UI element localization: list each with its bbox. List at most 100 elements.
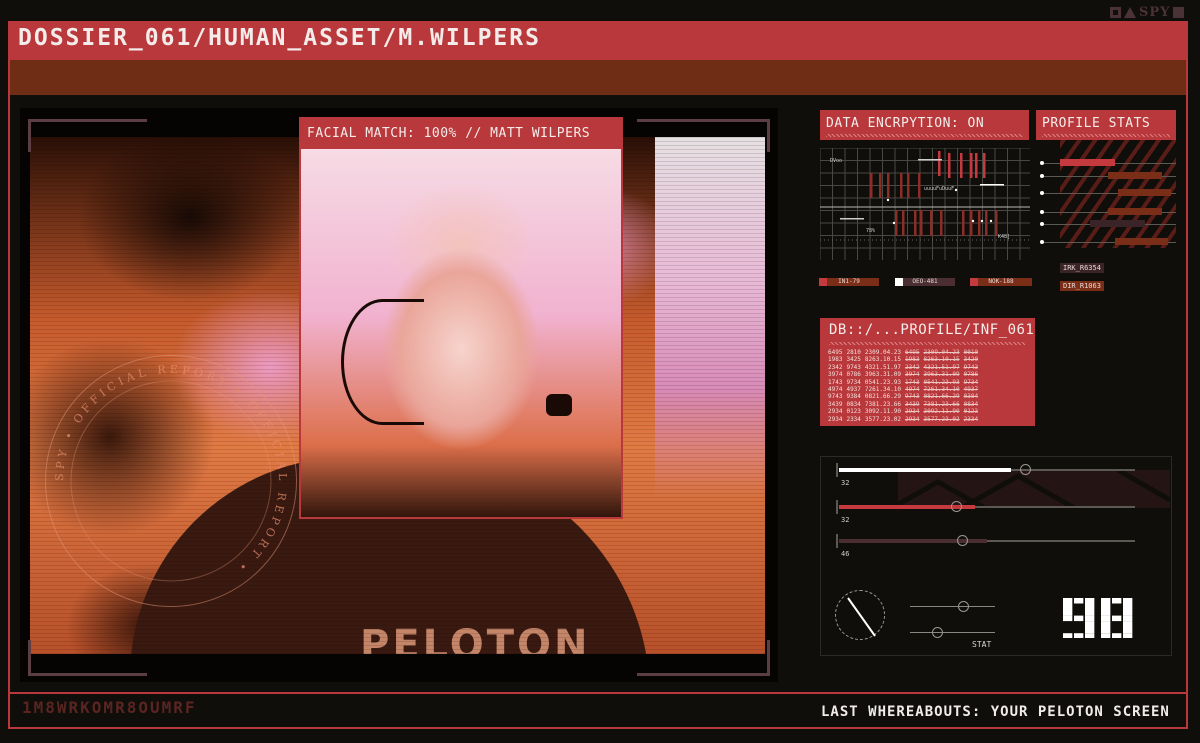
table-cell: 3425 [846, 356, 861, 364]
chart-bar [970, 210, 973, 236]
table-cell: 7381.23.66 [923, 400, 960, 408]
table-cell: 2342 [828, 363, 843, 371]
legend-chip: NOK-188 [970, 278, 1032, 286]
stamp-text: SPY • OFFICIAL REPORT • OFFICIAL REPORT … [53, 363, 285, 576]
digit-segment [1074, 615, 1084, 622]
footer-status: LAST WHEREABOUTS: YOUR PELOTON SCREEN [821, 704, 1170, 720]
chart-bar [975, 153, 978, 178]
chart-bar [940, 210, 943, 236]
chart-label: DVoo [830, 158, 842, 164]
stat-bar [1108, 208, 1163, 215]
stat-bar [1060, 159, 1115, 166]
shirt-logo-text: PELOTON [360, 622, 591, 654]
table-row: 6495 2810 2309.04.23 6495 2309.04.23 0010 [828, 349, 982, 356]
database-table: 6495 2810 2309.04.23 6495 2309.04.23 0010 1983… [828, 349, 982, 423]
chart-bar [902, 210, 905, 236]
table-cell: 3439 [905, 400, 920, 408]
table-cell: 3974 [828, 371, 843, 379]
facial-match-box[interactable]: FACIAL MATCH: 100% // MATT WILPERS [299, 117, 623, 519]
table-cell: 2309.04.23 [864, 349, 902, 356]
table-row: 3974 0786 3963.31.09 3974 3963.31.09 0786 [828, 371, 982, 378]
table-cell: 9734 [846, 378, 861, 386]
chart-point [989, 219, 993, 223]
square-icon [1110, 6, 1121, 18]
encryption-title: DATA ENCRPYTION: ON [826, 116, 985, 131]
table-cell: 9743 [828, 393, 843, 401]
table-cell: 0834 [963, 400, 979, 408]
digit-segment [1063, 615, 1073, 622]
chart-bar [930, 210, 933, 236]
slider-value: 32 [841, 479, 850, 487]
digit-segment [1101, 603, 1111, 616]
table-cell: 3577.23.02 [923, 415, 960, 423]
table-cell: 4974 [828, 386, 843, 394]
legend-label: NOK-188 [988, 278, 1014, 285]
table-cell: 9743 [905, 393, 920, 401]
chart-point [886, 198, 890, 202]
digit-segment [1063, 633, 1073, 638]
table-cell: 0541.23.93 [923, 378, 960, 386]
headset-icon [341, 299, 424, 425]
table-cell: 0834 [846, 400, 861, 408]
chart-bar [995, 210, 998, 236]
digit-segment [1123, 621, 1133, 634]
chart-bar [938, 151, 941, 176]
table-row: 2342 9743 4321.51.97 2342 4321.51.97 9743 [828, 364, 982, 371]
slider-value: 32 [841, 516, 850, 524]
mini-slider-track[interactable] [910, 632, 995, 633]
facial-match-label: FACIAL MATCH: 100% // MATT WILPERS [301, 119, 621, 149]
official-report-stamp: SPY • OFFICIAL REPORT • OFFICIAL REPORT … [45, 355, 297, 607]
table-cell: 7381.23.66 [864, 400, 902, 408]
table-cell: 2309.04.23 [923, 349, 960, 356]
slider-tick [836, 463, 838, 477]
digit-segment [1123, 615, 1133, 622]
corner-bracket [637, 119, 770, 152]
digit-segment [1063, 603, 1073, 616]
slider-value: 46 [841, 550, 850, 558]
sub-header-bar [10, 60, 1186, 95]
table-row: 2934 0123 3092.11.90 2934 3092.11.90 0123 [828, 408, 982, 415]
stat-bar [1108, 172, 1163, 179]
legend-swatch [895, 278, 903, 286]
chart-bar [879, 173, 882, 198]
digit-segment [1101, 615, 1111, 622]
microphone-icon [546, 394, 572, 416]
chart-bar [914, 210, 917, 236]
table-cell: 3577.23.02 [864, 415, 902, 423]
database-panel: DB::/...PROFILE/INF_061 6495 2810 2309.04.… [820, 318, 1035, 426]
corner-bracket [637, 640, 770, 676]
table-cell: 9384 [846, 393, 861, 401]
table-cell: 2810 [846, 349, 861, 356]
mini-slider-track[interactable] [910, 606, 995, 607]
footer-code: 1M8WRKOMR8OUMRF [22, 698, 197, 717]
digit-segment [1063, 598, 1073, 604]
digit-segment [1074, 633, 1084, 638]
legend-swatch [819, 278, 827, 286]
table-cell: 3974 [905, 371, 920, 379]
profile-tag: IRK_R6354 [1060, 263, 1104, 273]
table-cell: 0786 [846, 371, 861, 379]
table-cell: 7261.34.10 [923, 386, 960, 394]
digit-segment [1085, 603, 1095, 616]
chart-bar [918, 173, 921, 198]
stat-bar [1114, 238, 1168, 245]
mini-slider-knob[interactable] [957, 601, 969, 612]
table-cell: 2342 [905, 363, 920, 371]
slider-knob[interactable] [1019, 464, 1031, 475]
digit-segment [1112, 598, 1122, 604]
spy-logo: SPY [1110, 4, 1185, 20]
table-cell: 0541.23.93 [864, 378, 902, 386]
legend-label: OEO-481 [912, 278, 938, 285]
table-cell: 3092.11.90 [864, 408, 902, 416]
table-cell: 9743 [846, 363, 861, 371]
table-row: 1743 9734 0541.23.93 1743 0541.23.93 9734 [828, 379, 982, 386]
stat-row [1040, 220, 1176, 228]
subject-face [301, 149, 621, 517]
stat-row [1040, 238, 1176, 246]
stat-row [1040, 172, 1176, 180]
table-cell: 4937 [963, 386, 979, 394]
database-title: DB::/...PROFILE/INF_061 [829, 322, 1035, 338]
dial-knob[interactable] [835, 590, 885, 640]
digit-segment [1123, 633, 1133, 638]
triangle-icon [1124, 6, 1136, 18]
